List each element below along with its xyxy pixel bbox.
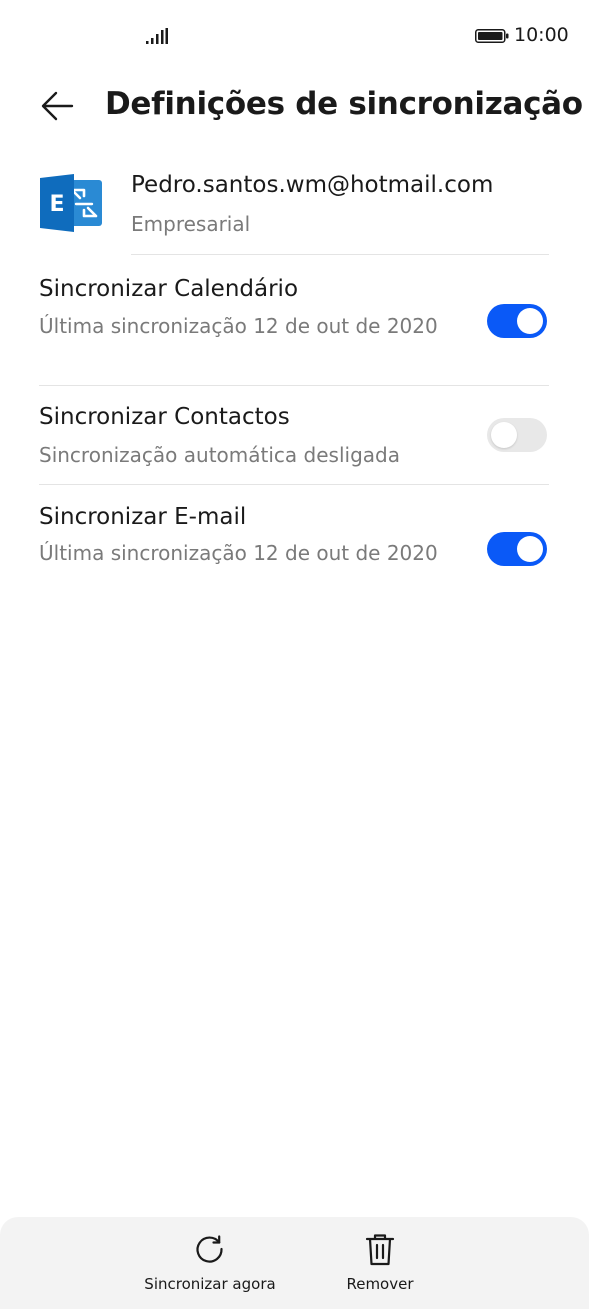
account-type: Empresarial <box>131 212 251 236</box>
bottom-action-bar: Sincronizar agora Remover <box>0 1217 589 1309</box>
sync-now-button[interactable]: Sincronizar agora <box>140 1231 280 1301</box>
page-title: Definições de sincronização <box>105 86 583 122</box>
svg-text:E: E <box>49 192 64 217</box>
sync-contacts-subtitle: Sincronização automática desligada <box>39 443 400 467</box>
toggle-knob <box>517 308 543 334</box>
sync-email-subtitle: Última sincronização 12 de out de 2020 <box>39 541 438 565</box>
remove-button[interactable]: Remover <box>330 1231 430 1301</box>
sync-email-toggle[interactable] <box>487 532 547 566</box>
clock: 10:00 <box>514 24 569 46</box>
status-bar: 10:00 <box>0 0 589 72</box>
sync-calendar-title: Sincronizar Calendário <box>39 276 299 302</box>
microsoft-exchange-icon: E <box>40 174 102 232</box>
trash-icon <box>365 1234 395 1266</box>
sync-now-label: Sincronizar agora <box>144 1275 276 1293</box>
sync-settings-screen: 10:00 Definições de sincronização E Pedr… <box>0 0 589 1309</box>
divider <box>131 254 549 255</box>
battery-icon <box>475 29 509 43</box>
sync-contacts-row[interactable]: Sincronizar Contactos Sincronização auto… <box>0 386 589 485</box>
account-email: Pedro.santos.wm@hotmail.com <box>131 172 494 198</box>
sync-calendar-row[interactable]: Sincronizar Calendário Última sincroniza… <box>0 256 589 386</box>
sync-calendar-toggle[interactable] <box>487 304 547 338</box>
header: Definições de sincronização <box>0 72 589 142</box>
signal-icon <box>146 28 168 44</box>
sync-email-title: Sincronizar E-mail <box>39 504 247 530</box>
toggle-knob <box>517 536 543 562</box>
toggle-knob <box>491 422 517 448</box>
refresh-icon <box>196 1235 223 1263</box>
sync-email-row[interactable]: Sincronizar E-mail Última sincronização … <box>0 485 589 585</box>
arrow-left-icon <box>41 91 74 121</box>
sync-calendar-subtitle: Última sincronização 12 de out de 2020 <box>39 314 438 338</box>
account-info: E Pedro.santos.wm@hotmail.com Empresaria… <box>0 170 589 256</box>
sync-contacts-toggle[interactable] <box>487 418 547 452</box>
sync-contacts-title: Sincronizar Contactos <box>39 404 290 430</box>
back-button[interactable] <box>36 86 80 126</box>
remove-label: Remover <box>346 1275 414 1293</box>
